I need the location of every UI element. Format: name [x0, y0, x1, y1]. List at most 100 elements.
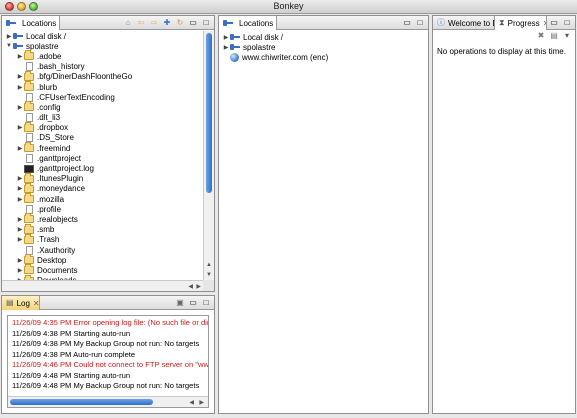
expand-arrow-icon[interactable]: ▶ — [16, 257, 24, 264]
log-text-area[interactable]: 11/26/09 4:35 PM Error opening log file:… — [7, 315, 209, 408]
close-tab-icon[interactable]: ✕ — [543, 19, 546, 28]
left-horizontal-scrollbar[interactable]: ◀ ▶ — [2, 280, 203, 291]
scroll-up-arrow-icon[interactable]: ▲ — [206, 262, 212, 268]
tree-item[interactable]: ▶ .Trash — [2, 233, 203, 245]
chevron-down-icon[interactable]: ▾ — [562, 31, 572, 41]
expand-arrow-icon[interactable]: ▶ — [16, 175, 24, 182]
maximize-pane-icon[interactable]: □ — [201, 18, 211, 28]
close-tab-icon[interactable]: ✕ — [59, 19, 60, 28]
globe-icon — [230, 52, 239, 62]
folder-icon — [24, 81, 34, 92]
tree-item-label: Desktop — [37, 255, 67, 265]
tree-item[interactable]: ▶ Local disk / — [219, 32, 428, 42]
clear-log-icon[interactable]: ▣ — [175, 298, 185, 308]
close-tab-icon[interactable]: ✕ — [276, 19, 277, 28]
expand-arrow-icon[interactable]: ▶ — [222, 34, 230, 41]
tree-item[interactable]: www.chiwriter.com (enc) — [219, 52, 428, 62]
log-horizontal-scrollbar[interactable]: ◀ ▶ — [8, 396, 208, 407]
folder-icon — [24, 121, 34, 132]
maximize-pane-icon[interactable]: □ — [562, 18, 572, 28]
tree-item[interactable]: .ganttproject — [2, 153, 203, 163]
close-tab-icon[interactable]: ✕ — [33, 299, 39, 308]
tree-item-label: .mozilla — [37, 194, 65, 204]
home-icon[interactable]: ⌂ — [123, 18, 133, 28]
expand-arrow-icon[interactable]: ▶ — [16, 226, 24, 233]
minimize-pane-icon[interactable]: ▭ — [549, 18, 559, 28]
tree-item[interactable]: .bash_history — [2, 62, 203, 72]
tree-item[interactable]: ▶ .config — [2, 101, 203, 112]
log-horizontal-scroll-thumb[interactable] — [10, 399, 153, 405]
expand-arrow-icon[interactable]: ▶ — [16, 145, 24, 152]
tree-item[interactable]: .dlt_li3 — [2, 113, 203, 123]
tree-item-label: www.chiwriter.com (enc) — [242, 52, 329, 62]
collapse-arrow-icon[interactable]: ▼ — [5, 43, 13, 49]
tree-item[interactable]: ▶ .smb — [2, 223, 203, 235]
locations-tab-icon — [6, 20, 16, 26]
log-pane: ▤ Log ✕ ▣ ▭ □ 11/26/09 4:35 PM Error ope… — [1, 295, 215, 414]
expand-arrow-icon[interactable]: ▶ — [16, 73, 24, 80]
left-vertical-scroll-thumb[interactable] — [206, 33, 212, 193]
connect-icon[interactable]: ✚ — [162, 18, 172, 28]
scroll-right-arrow-icon[interactable]: ▶ — [196, 283, 201, 290]
tree-item-label: .profile — [37, 204, 62, 214]
minimize-pane-icon[interactable]: ▭ — [188, 298, 198, 308]
maximize-pane-icon[interactable]: □ — [415, 18, 425, 28]
tree-item[interactable]: ▶ .realobjects — [2, 213, 203, 224]
remove-all-icon[interactable]: ✖ — [536, 31, 546, 41]
expand-arrow-icon[interactable]: ▶ — [16, 53, 24, 60]
tab-progress[interactable]: ⧗ Progress ✕ — [495, 16, 547, 30]
maximize-pane-icon[interactable]: □ — [201, 298, 211, 308]
tree-item-label: .smb — [37, 225, 55, 235]
tree-item[interactable]: .DS_Store — [2, 133, 203, 143]
tree-item[interactable]: ▶ Documents — [2, 264, 203, 275]
tree-item[interactable]: ▶ .moneydance — [2, 182, 203, 194]
tree-item[interactable]: ▶ Desktop — [2, 254, 203, 265]
middle-pane-toolbar: ▭ □ — [402, 17, 425, 29]
scroll-down-arrow-icon[interactable]: ▼ — [206, 272, 212, 278]
minimize-pane-icon[interactable]: ▭ — [402, 18, 412, 28]
scroll-left-arrow-icon[interactable]: ◀ — [189, 399, 194, 406]
expand-arrow-icon[interactable]: ▶ — [222, 44, 230, 51]
window-titlebar: Bonkey — [0, 0, 577, 14]
tree-item[interactable]: .profile — [2, 204, 203, 214]
tree-item[interactable]: ▶ .blurb — [2, 81, 203, 92]
view-menu-icon[interactable]: ▤ — [549, 31, 559, 41]
tree-item[interactable]: .CFUserTextEncoding — [2, 92, 203, 102]
tree-item[interactable]: .Xauthority — [2, 245, 203, 255]
tree-item[interactable]: ▶ Local disk / — [2, 31, 203, 41]
tree-item[interactable]: ▶ .bfg/DinerDashFloontheGo — [2, 70, 203, 82]
expand-arrow-icon[interactable]: ▶ — [16, 236, 24, 243]
folder-icon — [24, 223, 34, 234]
expand-arrow-icon[interactable]: ▶ — [16, 216, 24, 223]
tree-item[interactable]: ▶ .freemind — [2, 142, 203, 153]
expand-arrow-icon[interactable]: ▶ — [5, 33, 13, 40]
window-title: Bonkey — [273, 1, 304, 11]
tab-welcome[interactable]: ⓘ Welcome to B... — [433, 16, 495, 30]
expand-arrow-icon[interactable]: ▶ — [16, 84, 24, 91]
tree-item[interactable]: ▶ .ItunesPlugin — [2, 172, 203, 184]
expand-arrow-icon[interactable]: ▶ — [16, 124, 24, 131]
tree-item[interactable]: ▶ .mozilla — [2, 193, 203, 204]
tree-item[interactable]: ▶ .adobe — [2, 50, 203, 61]
expand-arrow-icon[interactable]: ▶ — [16, 104, 24, 111]
tree-item[interactable]: ▼ spolastre — [2, 41, 203, 51]
tree-item[interactable]: ▶ spolastre — [219, 42, 428, 52]
tab-log[interactable]: ▤ Log ✕ — [2, 296, 40, 310]
expand-arrow-icon[interactable]: ▶ — [16, 196, 24, 203]
scroll-right-arrow-icon[interactable]: ▶ — [199, 399, 204, 406]
minimize-pane-icon[interactable]: ▭ — [188, 18, 198, 28]
expand-arrow-icon[interactable]: ▶ — [16, 267, 24, 274]
tab-welcome-label: Welcome to B... — [448, 18, 494, 28]
forward-arrow-icon[interactable]: ⇨ — [149, 18, 159, 28]
tree-item-label: .ItunesPlugin — [37, 174, 84, 184]
tree-item-label: .adobe — [37, 51, 62, 61]
refresh-icon[interactable]: ↻ — [175, 18, 185, 28]
expand-arrow-icon[interactable]: ▶ — [16, 185, 24, 192]
scroll-left-arrow-icon[interactable]: ◀ — [188, 283, 193, 290]
tree-item[interactable]: ▶ .dropbox — [2, 121, 203, 133]
back-arrow-icon[interactable]: ⇦ — [136, 18, 146, 28]
tab-locations[interactable]: Locations ✕ — [219, 16, 277, 30]
tab-locations[interactable]: Locations ✕ — [2, 16, 60, 30]
tree-item[interactable]: .ganttproject.log — [2, 163, 203, 173]
left-vertical-scrollbar[interactable]: ▲ ▼ — [203, 31, 214, 280]
